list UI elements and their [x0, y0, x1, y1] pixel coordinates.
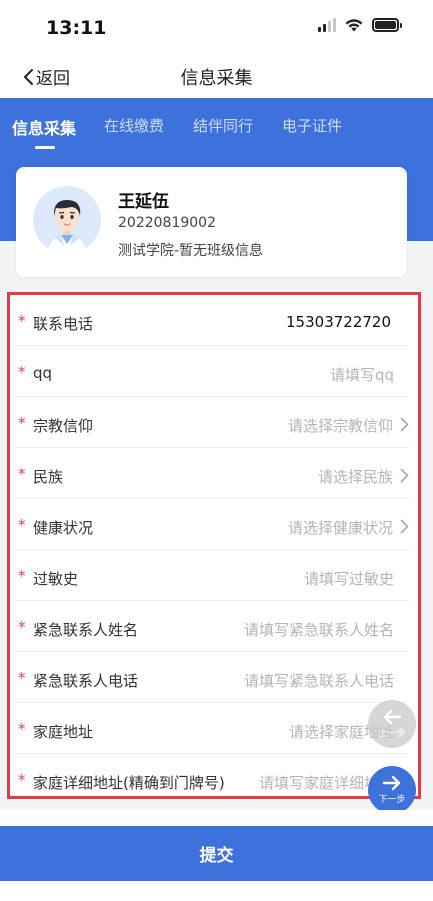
field-emergency-contact-phone[interactable]: * 紧急联系人电话 请填写紧急联系人电话: [16, 652, 409, 703]
chevron-right-icon: [400, 519, 409, 534]
avatar: [33, 186, 101, 254]
status-icons: [318, 18, 402, 32]
status-bar: 13:11: [0, 0, 433, 56]
previous-step-label: 上一步: [378, 729, 406, 739]
field-label: qq: [33, 364, 53, 382]
field-phone[interactable]: * 联系电话 15303722720: [16, 295, 409, 346]
field-label: 家庭地址: [33, 723, 94, 741]
field-health[interactable]: * 健康状况 请选择健康状况: [16, 499, 409, 550]
field-label: 紧急联系人电话: [33, 672, 139, 690]
field-ethnicity[interactable]: * 民族 请选择民族: [16, 448, 409, 499]
field-label: 家庭详细地址(精确到门牌号): [33, 774, 225, 792]
nav-bar: 返回 信息采集: [0, 56, 433, 98]
field-label: 民族: [33, 468, 64, 486]
home-indicator-area: [0, 881, 433, 901]
field-home-address[interactable]: * 家庭地址 请选择家庭地址: [16, 703, 409, 754]
next-step-label: 下一步: [378, 795, 406, 805]
profile-card: 王延伍 20220819002 测试学院-暂无班级信息: [16, 167, 407, 277]
field-label: 宗教信仰: [33, 417, 94, 435]
field-label: 联系电话: [33, 315, 94, 333]
required-star: *: [18, 414, 26, 432]
required-star: *: [18, 771, 26, 789]
field-qq[interactable]: * qq 请填写qq: [16, 346, 409, 397]
required-star: *: [18, 363, 26, 381]
active-tab-indicator: [35, 146, 55, 149]
field-label: 健康状况: [33, 519, 94, 537]
profile-org: 测试学院-暂无班级信息: [118, 243, 264, 259]
chevron-right-icon: [400, 417, 409, 432]
partially-hidden-row: [0, 810, 433, 826]
status-time: 13:11: [46, 17, 107, 39]
tab-bar: 信息采集 在线缴费 结伴同行 电子证件: [0, 98, 433, 154]
previous-step-button[interactable]: 上一步: [368, 700, 416, 748]
required-star: *: [18, 516, 26, 534]
tab-travel-together[interactable]: 结伴同行: [193, 115, 253, 136]
info-form: * 联系电话 15303722720 * qq 请填写qq * 宗教信仰 请选择…: [6, 292, 421, 799]
required-star: *: [18, 720, 26, 738]
field-label: 过敏史: [33, 570, 79, 588]
field-detailed-address[interactable]: * 家庭详细地址(精确到门牌号) 请填写家庭详细地址: [16, 754, 409, 799]
religion-select[interactable]: 请选择宗教信仰: [288, 415, 393, 436]
wifi-icon: [345, 19, 363, 32]
allergy-input[interactable]: 请填写过敏史: [304, 568, 394, 589]
submit-label: 提交: [199, 846, 234, 866]
tab-e-certificate[interactable]: 电子证件: [282, 115, 342, 136]
page-title: 信息采集: [180, 68, 253, 89]
emergency-name-input[interactable]: 请填写紧急联系人姓名: [244, 619, 394, 640]
field-label: 紧急联系人姓名: [33, 621, 139, 639]
required-star: *: [18, 618, 26, 636]
profile-name: 王延伍: [118, 192, 169, 212]
qq-input[interactable]: 请填写qq: [330, 364, 394, 385]
chevron-right-icon: [400, 468, 409, 483]
ethnicity-select[interactable]: 请选择民族: [318, 466, 393, 487]
health-select[interactable]: 请选择健康状况: [288, 517, 393, 538]
field-emergency-contact-name[interactable]: * 紧急联系人姓名 请填写紧急联系人姓名: [16, 601, 409, 652]
required-star: *: [18, 669, 26, 687]
arrow-left-icon: [383, 709, 402, 725]
submit-button[interactable]: 提交: [0, 826, 433, 881]
tab-info-collection[interactable]: 信息采集: [12, 115, 76, 139]
field-allergy[interactable]: * 过敏史 请填写过敏史: [16, 550, 409, 601]
required-star: *: [18, 567, 26, 585]
tab-online-payment[interactable]: 在线缴费: [104, 115, 164, 136]
phone-input[interactable]: 15303722720: [286, 313, 391, 331]
profile-student-id: 20220819002: [118, 215, 216, 231]
emergency-phone-input[interactable]: 请填写紧急联系人电话: [244, 670, 394, 691]
field-religion[interactable]: * 宗教信仰 请选择宗教信仰: [16, 397, 409, 448]
signal-icon: [318, 18, 336, 32]
required-star: *: [18, 312, 26, 330]
battery-icon: [372, 18, 402, 32]
required-star: *: [18, 465, 26, 483]
arrow-right-icon: [382, 775, 401, 791]
next-step-button[interactable]: 下一步: [368, 766, 416, 814]
